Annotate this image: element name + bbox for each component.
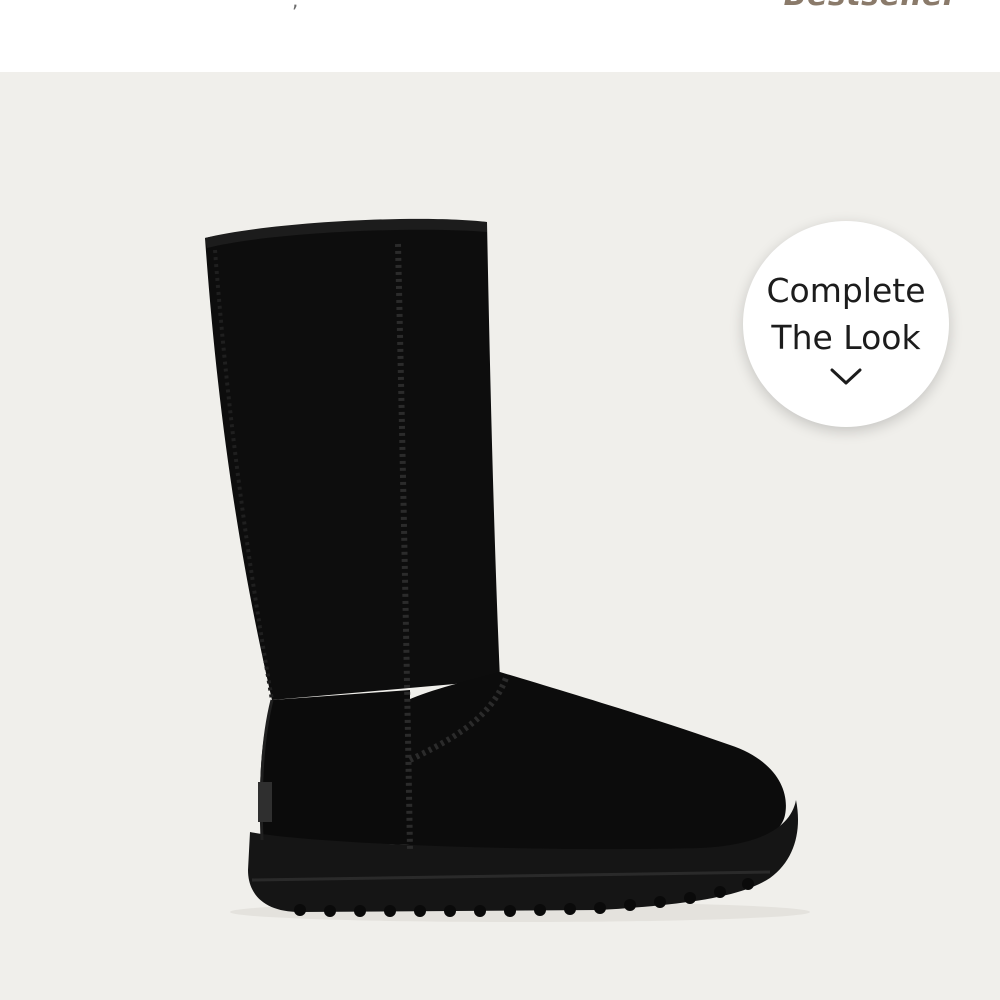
complete-the-look-button[interactable]: Complete The Look — [743, 221, 949, 427]
top-bar: , Bestseller — [0, 0, 1000, 72]
product-image-stage[interactable]: Complete The Look — [0, 72, 1000, 1000]
complete-the-look-line1: Complete — [766, 271, 926, 310]
bestseller-badge: Bestseller — [784, 0, 958, 13]
product-page: , Bestseller — [0, 0, 1000, 1000]
chevron-down-icon — [830, 368, 862, 385]
boot-image — [205, 218, 810, 922]
cropped-text-fragment: , — [292, 0, 299, 12]
complete-the-look-line2: The Look — [771, 318, 921, 357]
